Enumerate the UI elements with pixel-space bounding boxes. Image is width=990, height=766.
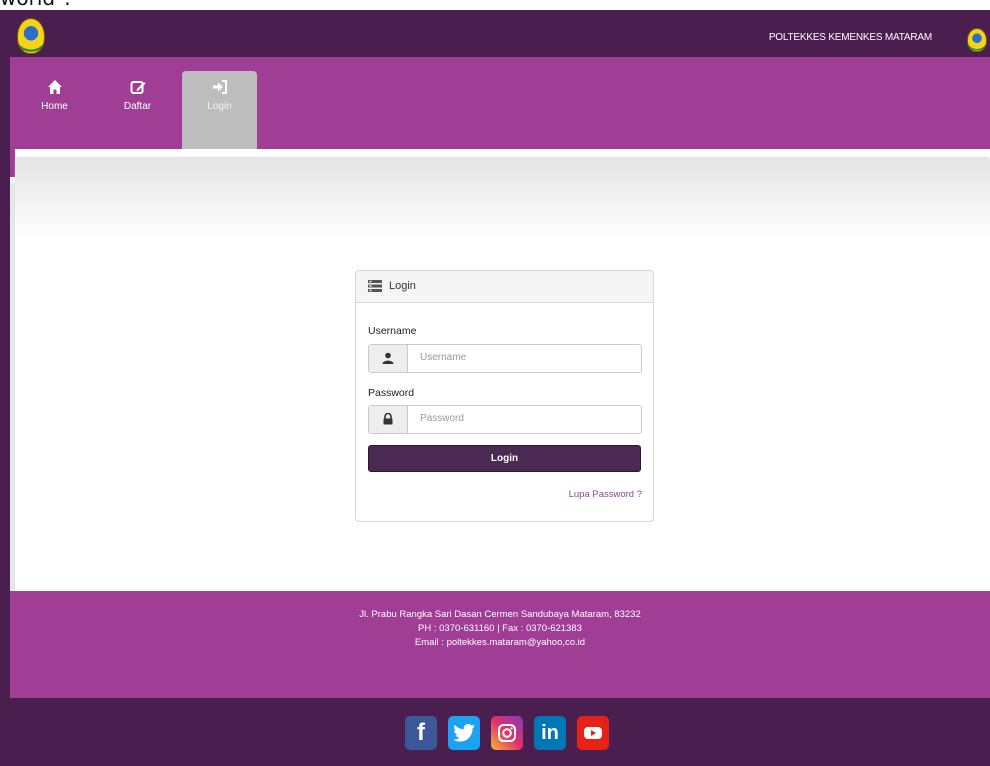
nav-daftar-label: Daftar	[123, 101, 152, 112]
hero-banner	[15, 157, 990, 240]
list-icon	[368, 280, 382, 292]
poltekkes-emblem-icon	[967, 28, 987, 52]
facebook-icon[interactable]: f	[405, 716, 437, 750]
lock-icon	[383, 413, 393, 425]
username-input[interactable]	[408, 345, 648, 370]
nav-home[interactable]: Home	[17, 71, 92, 149]
login-button[interactable]: Login	[368, 445, 641, 472]
youtube-icon[interactable]	[577, 716, 609, 750]
partial-text: world".	[0, 0, 71, 9]
twitter-icon[interactable]	[448, 716, 480, 750]
institution-title: POLTEKKES KEMENKES MATARAM	[768, 32, 932, 43]
edit-icon	[130, 81, 145, 94]
linkedin-glyph: in	[541, 721, 559, 744]
password-addon	[369, 406, 408, 433]
footer-phone-fax: PH : 0370-631160 | Fax : 0370-621383	[418, 623, 582, 634]
login-panel-header: Login	[356, 271, 653, 303]
login-panel: Login Username Password Login Lupa Passw…	[355, 270, 654, 522]
main-navbar: Home Daftar Login	[10, 57, 990, 149]
social-bar: f in	[10, 698, 990, 766]
login-panel-title: Login	[389, 280, 416, 292]
footer: Jl. Prabu Rangka Sari Dasan Cermen Sandu…	[10, 591, 990, 698]
password-label: Password	[368, 387, 415, 399]
poltekkes-emblem-icon[interactable]	[17, 18, 45, 54]
nav-login[interactable]: Login	[182, 71, 257, 149]
password-input-group	[368, 405, 648, 434]
facebook-glyph: f	[417, 719, 425, 746]
instagram-icon[interactable]	[491, 716, 523, 750]
sign-in-icon	[212, 80, 227, 94]
user-icon	[382, 352, 394, 364]
left-edge-bar	[0, 10, 10, 766]
username-label: Username	[368, 325, 417, 337]
top-header-bar: POLTEKKES KEMENKES MATARAM	[10, 10, 990, 57]
nav-home-label: Home	[41, 101, 68, 112]
forgot-password-link[interactable]: Lupa Password ?	[569, 489, 642, 500]
password-input[interactable]	[408, 406, 648, 431]
linkedin-icon[interactable]: in	[534, 716, 566, 750]
nav-login-label: Login	[207, 101, 232, 112]
username-input-group	[368, 344, 648, 373]
home-icon	[47, 80, 62, 94]
username-addon	[369, 345, 408, 372]
nav-daftar[interactable]: Daftar	[100, 71, 175, 149]
footer-email: Email : poltekkes.mataram@yahoo,co.id	[414, 637, 586, 648]
footer-address: Jl. Prabu Rangka Sari Dasan Cermen Sandu…	[359, 609, 641, 620]
